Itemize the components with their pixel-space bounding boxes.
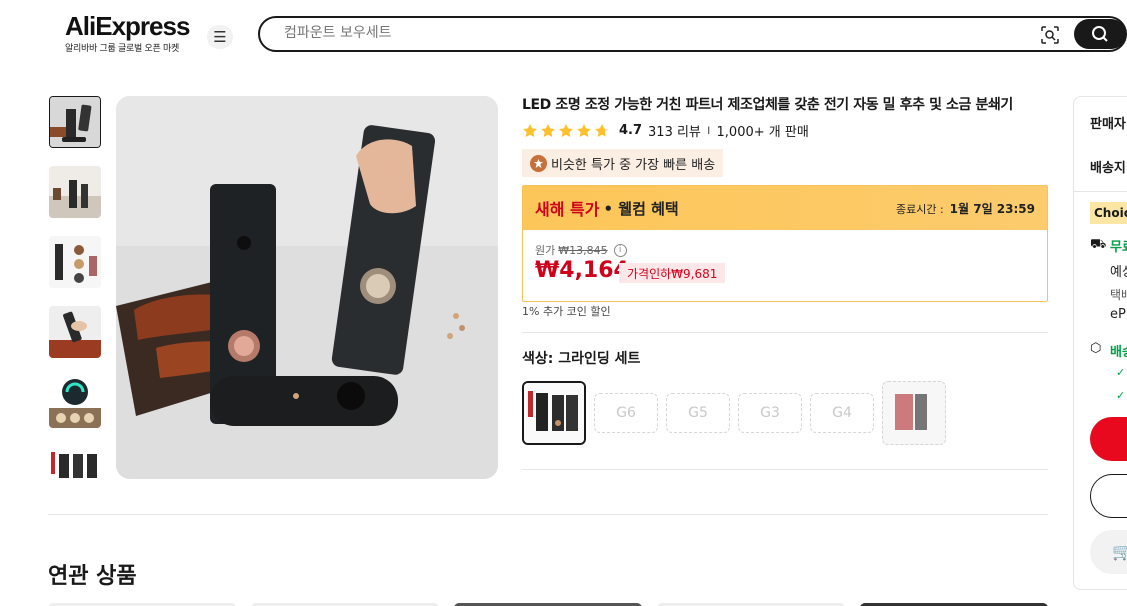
image-search-icon[interactable]	[1040, 25, 1060, 45]
purchase-panel: 판매자 배송지 Choice ⛟ 무료 예상 택배 eP ⬡ 배송 ✓ ✓ 🛒	[1073, 96, 1127, 590]
fast-delivery-text: 비슷한 특가 중 가장 빠른 배송	[551, 157, 716, 173]
rating-value: 4.7	[619, 123, 643, 138]
divider	[522, 469, 1048, 470]
variant-selector: G6 G5 G3 G4	[522, 381, 946, 445]
check-icon: ✓	[1116, 389, 1126, 402]
delivery-guarantee: 배송	[1110, 345, 1127, 360]
wishlist-button[interactable]: 🛒	[1090, 530, 1127, 574]
star-icon	[595, 123, 609, 137]
thumbnail-1[interactable]	[49, 96, 101, 148]
search-input[interactable]	[284, 25, 984, 41]
deal-box: 새해 특가 • 웰컴 혜택 종료시간 :1월 7일 23:59 원가 ₩13,84…	[522, 185, 1048, 302]
search-bar	[258, 16, 1127, 52]
review-count[interactable]: 313 리뷰	[648, 121, 701, 140]
thumbnail-3[interactable]	[49, 236, 101, 288]
thumbnail-5[interactable]	[49, 376, 101, 428]
product-page: AliExpress 알리바바 그룹 글로벌 오픈 마켓 ☰ 컴파운트 보우세트…	[0, 0, 1127, 606]
star-icon	[559, 123, 573, 137]
info-icon[interactable]: i	[613, 243, 627, 257]
hamburger-icon: ☰	[213, 28, 227, 46]
medal-icon	[530, 154, 547, 172]
variant-g3[interactable]: G3	[738, 393, 802, 433]
ship-to-label[interactable]: 배송지	[1090, 157, 1126, 176]
search-icon	[1092, 26, 1108, 42]
carrier-name: eP	[1110, 307, 1126, 322]
logo-text: AliExpress	[65, 11, 190, 41]
aliexpress-logo[interactable]: AliExpress 알리바바 그룹 글로벌 오픈 마켓	[65, 12, 190, 54]
logo-subtitle: 알리바바 그룹 글로벌 오픈 마켓	[65, 44, 179, 54]
related-products-title: 연관 상품	[48, 564, 137, 589]
section-divider	[48, 514, 1048, 515]
rating-row: 4.7 313 리뷰 ı 1,000+ 개 판매	[522, 121, 809, 140]
original-price: 원가 ₩13,845 i	[535, 242, 627, 258]
star-icon	[523, 123, 537, 137]
thumbnail-6[interactable]	[49, 446, 101, 479]
free-shipping: 무료	[1110, 240, 1127, 255]
sale-price: ₩4,164	[535, 258, 629, 283]
sold-count: 1,000+ 개 판매	[716, 125, 809, 140]
courier-label: 택배	[1110, 288, 1127, 302]
star-rating[interactable]	[522, 123, 610, 139]
variant-image-option[interactable]	[882, 381, 946, 445]
thumbnail-list	[48, 96, 102, 479]
deal-end-time: 종료시간 :1월 7일 23:59	[895, 201, 1035, 216]
variant-grinding-set[interactable]	[522, 381, 586, 445]
deal-header: 새해 특가 • 웰컴 혜택 종료시간 :1월 7일 23:59	[523, 186, 1047, 230]
eta-label: 예상	[1110, 265, 1127, 280]
fast-delivery-badge: 비슷한 특가 중 가장 빠른 배송	[522, 149, 724, 177]
discount-badge: 가격인하₩9,681	[619, 263, 726, 283]
add-to-cart-button[interactable]	[1090, 474, 1127, 518]
search-button[interactable]	[1074, 19, 1126, 49]
choice-badge: Choice	[1090, 202, 1127, 224]
cart-icon: 🛒	[1112, 542, 1127, 561]
menu-button[interactable]: ☰	[207, 25, 233, 49]
deal-title: 새해 특가	[535, 200, 600, 219]
coin-discount-note: 1% 추가 코인 할인	[522, 305, 611, 318]
variant-g6[interactable]: G6	[594, 393, 658, 433]
star-icon	[541, 123, 555, 137]
variant-g4[interactable]: G4	[810, 393, 874, 433]
thumbnail-4[interactable]	[49, 306, 101, 358]
star-icon	[577, 123, 591, 137]
separator: ı	[706, 123, 711, 138]
divider	[522, 332, 1048, 333]
seller-label[interactable]: 판매자	[1090, 113, 1126, 132]
check-icon: ✓	[1116, 366, 1126, 379]
buy-now-button[interactable]	[1090, 417, 1127, 461]
box-icon: ⬡	[1090, 341, 1102, 356]
color-label: 색상: 그라인딩 세트	[522, 351, 641, 367]
product-title: LED 조명 조정 가능한 거친 파트너 제조업체를 갖춘 전기 자동 밀 후추…	[522, 97, 1013, 113]
deal-subtitle: • 웰컴 혜택	[603, 199, 679, 218]
variant-g5[interactable]: G5	[666, 393, 730, 433]
divider	[1074, 191, 1127, 192]
thumbnail-2[interactable]	[49, 166, 101, 218]
main-product-image[interactable]	[116, 96, 498, 479]
truck-icon: ⛟	[1090, 237, 1107, 252]
